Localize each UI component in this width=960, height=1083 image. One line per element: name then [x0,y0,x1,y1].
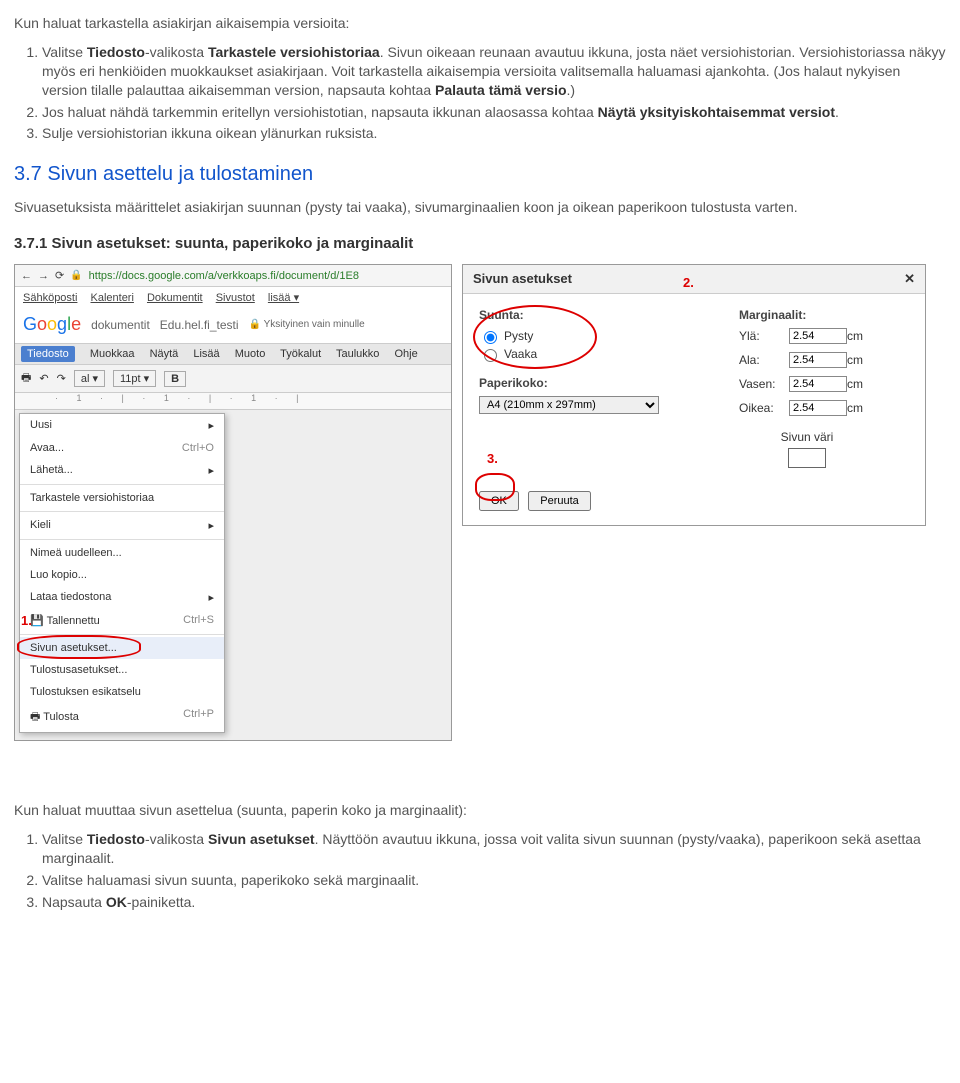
style-select[interactable]: al ▾ [74,370,105,387]
mi-tulosta[interactable]: 🖶 TulostaCtrl+P [20,703,224,732]
doc-title[interactable]: Edu.hel.fi_testi [160,318,239,332]
margin-bottom-input[interactable] [789,352,847,368]
step2-1: Valitse Tiedosto-valikosta Sivun asetuks… [42,830,946,868]
menu-tiedosto[interactable]: Tiedosto [21,346,75,362]
toolbar-icon[interactable]: ↷ [57,372,66,385]
paper-select[interactable]: A4 (210mm x 297mm) [479,396,659,414]
heading-3-7: 3.7 Sivun asettelu ja tulostaminen [14,163,946,186]
url-text: https://docs.google.com/a/verkkoaps.fi/d… [89,270,359,282]
mi-uusi[interactable]: Uusi▸ [20,414,224,437]
back-icon[interactable]: ← [21,270,32,282]
annotation-3: 3. [487,451,498,466]
steps-list-2: Valitse Tiedosto-valikosta Sivun asetuks… [42,830,946,912]
para-3-7: Sivuasetuksista määrittelet asiakirjan s… [14,198,946,217]
figure-docs-file-menu: ← → ⟳ 🔒 https://docs.google.com/a/verkko… [14,264,452,741]
menu-taulukko[interactable]: Taulukko [336,348,379,360]
mi-kieli[interactable]: Kieli▸ [20,514,224,537]
toolbar: 🖶 ↶ ↷ al ▾ 11pt ▾ B [15,365,451,393]
step2-2: Valitse haluamasi sivun suunta, paperiko… [42,871,946,890]
radio-pysty[interactable] [484,331,497,344]
closing-intro: Kun haluat muuttaa sivun asettelua (suun… [14,801,946,820]
annotation-1: 1. [21,613,32,628]
heading-3-7-1: 3.7.1 Sivun asetukset: suunta, paperikok… [14,235,946,252]
nav-links: Sähköposti Kalenteri Dokumentit Sivustot… [15,287,451,308]
menu-tyokalut[interactable]: Työkalut [280,348,321,360]
intro-text: Kun haluat tarkastella asiakirjan aikais… [14,14,946,33]
navlink[interactable]: lisää ▾ [268,292,299,304]
docs-label: dokumentit [91,318,150,332]
mi-nimea[interactable]: Nimeä uudelleen... [20,542,224,564]
navlink[interactable]: Sähköposti [23,292,77,304]
mi-sivun-asetukset[interactable]: Sivun asetukset... [20,637,224,659]
step2-3: Napsauta OK-painiketta. [42,893,946,912]
mi-esikatselu[interactable]: Tulostuksen esikatselu [20,681,224,703]
navlink[interactable]: Sivustot [216,292,255,304]
suunta-label: Suunta: [479,308,679,322]
ok-button[interactable]: OK [479,491,519,511]
mi-versiohistoria[interactable]: Tarkastele versiohistoriaa [20,487,224,509]
margin-top-input[interactable] [789,328,847,344]
marginaalit-label: Marginaalit: [739,308,875,322]
navlink[interactable]: Dokumentit [147,292,203,304]
steps-list-1: Valitse Tiedosto-valikosta Tarkastele ve… [42,43,946,143]
menu-muoto[interactable]: Muoto [235,348,266,360]
toolbar-icon[interactable]: ↶ [39,372,48,385]
figures-row: ← → ⟳ 🔒 https://docs.google.com/a/verkko… [14,264,946,741]
reload-icon[interactable]: ⟳ [55,269,64,282]
dialog-body: 2. Suunta: Pysty Vaaka Paperikoko: A4 (2… [463,294,925,525]
menu-nayta[interactable]: Näytä [150,348,179,360]
menu-separator [20,539,224,540]
lock-icon: 🔒 [70,270,82,281]
menu-ohje[interactable]: Ohje [394,348,417,360]
size-select[interactable]: 11pt ▾ [113,370,156,387]
file-dropdown: Uusi▸ Avaa...Ctrl+O Lähetä...▸ Tarkastel… [19,413,225,733]
privacy-label: 🔒 Yksityinen vain minulle [249,319,365,330]
page-color-picker[interactable] [788,448,826,468]
mi-laheta[interactable]: Lähetä...▸ [20,459,224,482]
mi-tallennettu[interactable]: 💾 TallennettuCtrl+S [20,609,224,632]
bold-button[interactable]: B [164,371,186,387]
toolbar-icon[interactable]: 🖶 [21,369,31,388]
menu-separator [20,511,224,512]
navlink[interactable]: Kalenteri [91,292,134,304]
close-icon[interactable]: ✕ [904,271,915,287]
ruler: · 1 · | · 1 · | · 1 · | [15,393,451,410]
step-1: Valitse Tiedosto-valikosta Tarkastele ve… [42,43,946,100]
browser-bar: ← → ⟳ 🔒 https://docs.google.com/a/verkko… [15,265,451,287]
mi-kopio[interactable]: Luo kopio... [20,564,224,586]
menu-separator [20,484,224,485]
logo-row: Google dokumentit Edu.hel.fi_testi 🔒 Yks… [15,308,451,343]
radio-vaaka[interactable] [484,349,497,362]
margin-right-input[interactable] [789,400,847,416]
menu-separator [20,634,224,635]
cancel-button[interactable]: Peruuta [528,491,591,511]
mi-lataa[interactable]: Lataa tiedostona▸ [20,586,224,609]
paperikoko-label: Paperikoko: [479,376,679,390]
mi-tulostusasetukset[interactable]: Tulostusasetukset... [20,659,224,681]
annotation-2: 2. [683,275,694,290]
menubar: Tiedosto Muokkaa Näytä Lisää Muoto Työka… [15,343,451,365]
margin-left-input[interactable] [789,376,847,392]
mi-avaa[interactable]: Avaa...Ctrl+O [20,437,224,459]
forward-icon[interactable]: → [38,270,49,282]
page-color-label: Sivun väri [739,430,875,444]
step-3: Sulje versiohistorian ikkuna oikean ylän… [42,124,946,143]
step-2: Jos haluat nähdä tarkemmin eritellyn ver… [42,103,946,122]
menu-muokkaa[interactable]: Muokkaa [90,348,135,360]
dialog-title: Sivun asetukset ✕ [463,265,925,294]
figure-page-setup-dialog: Sivun asetukset ✕ 2. Suunta: Pysty Vaaka… [462,264,926,526]
menu-lisaa[interactable]: Lisää [193,348,219,360]
google-logo: Google [23,314,81,335]
